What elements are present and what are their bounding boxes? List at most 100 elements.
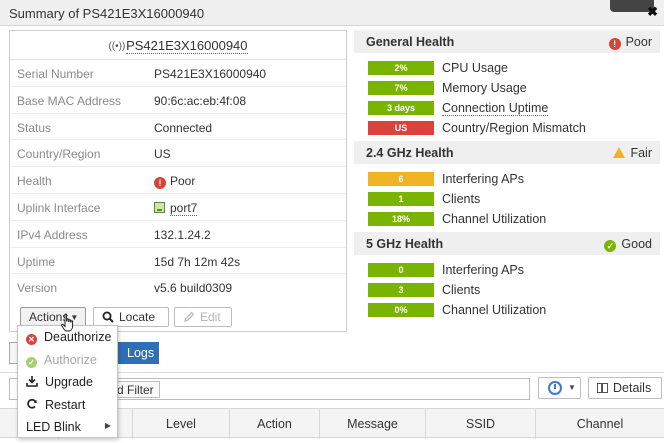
metric-label: Clients [442, 283, 481, 297]
caret-down-icon: ▼ [568, 383, 576, 392]
info-value: US [154, 147, 171, 162]
health-row: US Country/Region Mismatch [368, 118, 660, 138]
health-status-text: Poor [170, 174, 196, 189]
locate-button-label: Locate [119, 310, 156, 324]
info-row-uptime: Uptime 15d 7h 12m 42s [10, 248, 346, 275]
ghz24-health-body: 6 Interfering APs 1 Clients 18% Channel … [354, 164, 660, 232]
health-row: 0 Interfering APs [368, 260, 660, 280]
column-header-action[interactable]: Action [229, 409, 319, 439]
metric-label: Memory Usage [442, 81, 527, 95]
info-label: Health [17, 174, 52, 189]
info-value-uplink[interactable]: port7 [154, 200, 198, 216]
metric-bar: 18% [368, 212, 434, 226]
device-info-panel: ((•)) PS421E3X16000940 Serial Number PS4… [9, 30, 347, 332]
general-health-header: General Health ! Poor [354, 30, 660, 53]
info-row-ipv4: IPv4 Address 132.1.24.2 [10, 221, 346, 248]
column-header-level[interactable]: Level [132, 409, 229, 439]
info-value: 132.1.24.2 [154, 227, 211, 242]
search-icon [102, 311, 114, 323]
health-status: Fair [613, 146, 652, 160]
menu-item-authorize[interactable]: ✓ Authorize [18, 349, 117, 372]
details-button[interactable]: Details [588, 377, 662, 399]
metric-label: Country/Region Mismatch [442, 121, 586, 135]
window-title: Summary of PS421E3X16000940 [9, 6, 205, 21]
health-row: 0% Channel Utilization [368, 300, 660, 320]
details-panel-icon [597, 383, 608, 393]
metric-label: Channel Utilization [442, 303, 547, 317]
menu-item-led-blink[interactable]: LED Blink ▶ [18, 416, 117, 439]
device-name[interactable]: PS421E3X16000940 [126, 38, 248, 54]
ghz5-health-header: 5 GHz Health ✓ Good [354, 232, 660, 255]
health-row: 18% Channel Utilization [368, 209, 660, 229]
info-label: Status [17, 120, 52, 135]
edit-button-label: Edit [200, 310, 221, 324]
menu-item-label: Restart [45, 397, 86, 412]
section-title: General Health [366, 35, 455, 49]
metric-bar: 6 [368, 172, 434, 186]
info-value: PS421E3X16000940 [154, 67, 267, 81]
tab-left-edge[interactable] [9, 342, 17, 364]
column-header-ssid[interactable]: SSID [425, 409, 535, 439]
x-circle-icon: ✕ [26, 334, 37, 345]
port-icon [154, 201, 165, 213]
locate-button[interactable]: Locate [93, 307, 169, 327]
upgrade-icon [26, 376, 38, 387]
metric-bar: 7% [368, 81, 434, 95]
logs-tab[interactable]: Logs [117, 342, 159, 364]
close-icon[interactable]: ✖ [647, 4, 658, 20]
uplink-link[interactable]: port7 [170, 200, 198, 216]
actions-dropdown-menu: ✕ Deauthorize ✓ Authorize Upgrade Restart … [17, 325, 118, 438]
alert-icon: ! [608, 38, 621, 50]
refresh-icon [27, 398, 37, 409]
pencil-icon [184, 311, 195, 322]
title-bar: Summary of PS421E3X16000940 ✖ [0, 0, 664, 26]
info-label: IPv4 Address [17, 227, 88, 242]
metric-label-link[interactable]: Connection Uptime [442, 101, 549, 116]
health-status: ! Poor [608, 35, 652, 50]
info-label: Country/Region [17, 147, 101, 162]
info-label: Version [17, 281, 58, 296]
alert-icon: ! [154, 177, 166, 190]
actions-button[interactable]: Actions ▼ [20, 307, 86, 327]
info-row-version: Version v5.6 build0309 [10, 274, 346, 301]
health-row: 7% Memory Usage [368, 78, 660, 98]
info-row-uplink: Uplink Interface port7 [10, 194, 346, 221]
info-value: Connected [154, 120, 213, 135]
clock-icon [548, 381, 562, 395]
info-label: Uplink Interface [17, 200, 101, 215]
status-label: Fair [630, 146, 652, 160]
info-row-country: Country/Region US [10, 140, 346, 168]
menu-item-label: Upgrade [45, 375, 93, 389]
metric-bar: 2% [368, 61, 434, 75]
edit-button[interactable]: Edit [174, 307, 232, 327]
info-value-health: ! Poor [154, 174, 196, 190]
general-health-body: 2% CPU Usage 7% Memory Usage 3 days Conn… [354, 53, 660, 141]
menu-item-upgrade[interactable]: Upgrade [18, 371, 117, 394]
section-title: 2.4 GHz Health [366, 146, 454, 160]
info-value: 90:6c:ac:eb:4f:08 [154, 93, 247, 108]
health-panel: General Health ! Poor 2% CPU Usage 7% Mem… [354, 30, 660, 323]
hand-pointer-cursor-icon [61, 313, 74, 332]
ghz24-health-header: 2.4 GHz Health Fair [354, 141, 660, 164]
info-value: 15d 7h 12m 42s [154, 254, 241, 269]
metric-bar: 0% [368, 303, 434, 317]
metric-label: Clients [442, 192, 481, 206]
menu-item-restart[interactable]: Restart [18, 394, 117, 417]
metric-label: Interfering APs [442, 172, 524, 186]
metric-label: CPU Usage [442, 61, 508, 75]
time-range-button[interactable]: ▼ [538, 377, 581, 399]
health-row: 6 Interfering APs [368, 169, 660, 189]
warning-icon [613, 147, 626, 158]
column-header-message[interactable]: Message [319, 409, 425, 439]
status-label: Poor [625, 35, 652, 49]
menu-item-label: Authorize [44, 352, 97, 367]
info-row-status: Status Connected [10, 114, 346, 141]
column-header-channel[interactable]: Channel [535, 409, 664, 439]
health-row: 2% CPU Usage [368, 58, 660, 78]
access-point-icon: ((•)) [108, 41, 126, 52]
ghz5-health-body: 0 Interfering APs 3 Clients 0% Channel U… [354, 255, 660, 323]
details-button-label: Details [613, 381, 652, 395]
info-row-serial: Serial Number PS421E3X16000940 [10, 60, 346, 87]
info-row-health: Health ! Poor [10, 167, 346, 194]
health-row: 3 Clients [368, 280, 660, 300]
